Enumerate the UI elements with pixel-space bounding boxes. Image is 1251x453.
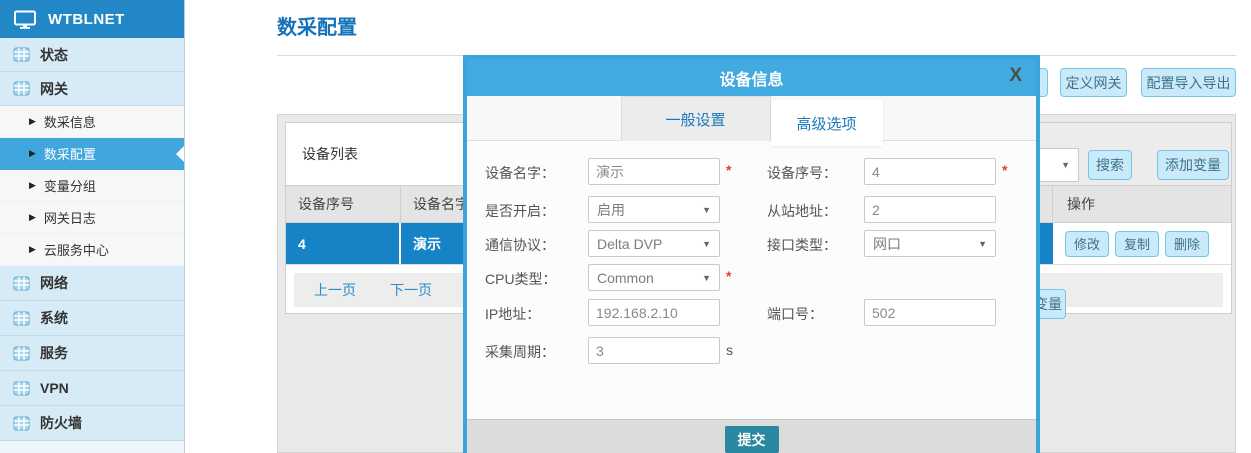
table-icon — [13, 346, 30, 361]
sidebar-item-gateway[interactable]: 网关 — [0, 72, 184, 106]
required-mark: * — [726, 268, 731, 284]
next-page-link[interactable]: 下一页 — [390, 280, 432, 300]
modal-body: 设备名字： * 设备序号： * 是否开启： 启用 ▼ 从站地址： 通信协议： D… — [467, 141, 1036, 419]
table-icon — [13, 47, 30, 62]
sidebar-item-data-info[interactable]: ▶ 数采信息 — [0, 106, 184, 138]
chevron-down-icon: ▼ — [978, 239, 987, 249]
sidebar-subitem-label: 网关日志 — [44, 208, 96, 227]
sidebar-item-network[interactable]: 网络 — [0, 266, 184, 301]
chevron-down-icon: ▼ — [702, 273, 711, 283]
sidebar-item-label: 网关 — [40, 79, 68, 99]
sidebar: WTBLNET 状态 网关 ▶ 数采信息 ▶ 数采配置 ▶ 变量分组 ▶ — [0, 0, 185, 453]
sidebar-item-system[interactable]: 系统 — [0, 301, 184, 336]
config-import-export-button[interactable]: 配置导入导出 — [1141, 68, 1236, 97]
chevron-down-icon: ▼ — [702, 239, 711, 249]
sidebar-item-firewall[interactable]: 防火墙 — [0, 406, 184, 441]
port-input[interactable] — [864, 299, 996, 326]
table-icon — [13, 276, 30, 291]
modal-footer: 提交 — [467, 419, 1036, 453]
table-icon — [13, 381, 30, 396]
sidebar-item-service[interactable]: 服务 — [0, 336, 184, 371]
modal-tab-bar: 一般设置 高级选项 — [467, 96, 1036, 141]
field-label-slave-address: 从站地址： — [767, 201, 837, 221]
sidebar-item-label: 网络 — [40, 273, 68, 293]
sidebar-item-variable-group[interactable]: ▶ 变量分组 — [0, 170, 184, 202]
device-info-modal: 设备信息 X 一般设置 高级选项 设备名字： * 设备序号： * 是否开启： 启… — [463, 55, 1040, 453]
sidebar-item-cloud-service[interactable]: ▶ 云服务中心 — [0, 234, 184, 266]
caret-right-icon: ▶ — [29, 149, 36, 158]
field-label-device-name: 设备名字： — [485, 163, 555, 183]
selected-value: 网口 — [873, 234, 901, 254]
slave-address-input[interactable] — [864, 196, 996, 223]
interface-type-select[interactable]: 网口 ▼ — [864, 230, 996, 257]
ip-address-input[interactable] — [588, 299, 720, 326]
sidebar-item-vpn[interactable]: VPN — [0, 371, 184, 406]
modal-title: 设备信息 — [719, 66, 783, 90]
collect-period-input[interactable] — [588, 337, 720, 364]
table-icon — [13, 311, 30, 326]
sidebar-item-status[interactable]: 状态 — [0, 38, 184, 72]
copy-button[interactable]: 复制 — [1115, 231, 1159, 257]
edit-button[interactable]: 修改 — [1065, 231, 1109, 257]
sidebar-item-label: 系统 — [40, 308, 68, 328]
cell-actions: 修改 复制 删除 — [1053, 223, 1231, 264]
protocol-select[interactable]: Delta DVP ▼ — [588, 230, 720, 257]
sidebar-item-data-config[interactable]: ▶ 数采配置 — [0, 138, 184, 170]
prev-page-link[interactable]: 上一页 — [314, 280, 356, 300]
sidebar-item-label: 服务 — [40, 343, 68, 363]
sidebar-item-gateway-log[interactable]: ▶ 网关日志 — [0, 202, 184, 234]
caret-right-icon: ▶ — [29, 181, 36, 190]
field-label-device-no: 设备序号： — [767, 163, 837, 183]
field-label-protocol: 通信协议： — [485, 235, 555, 255]
add-variable-button[interactable]: 添加变量 — [1157, 150, 1229, 180]
brand-title: WTBLNET — [48, 11, 125, 28]
required-mark: * — [1002, 162, 1007, 178]
sidebar-subitem-label: 数采信息 — [44, 112, 96, 131]
seconds-suffix: s — [726, 342, 733, 358]
field-label-enabled: 是否开启： — [485, 201, 555, 221]
app-root: WTBLNET 状态 网关 ▶ 数采信息 ▶ 数采配置 ▶ 变量分组 ▶ — [0, 0, 1251, 453]
caret-right-icon: ▶ — [29, 213, 36, 222]
enabled-select[interactable]: 启用 ▼ — [588, 196, 720, 223]
brand-header: WTBLNET — [0, 0, 184, 38]
caret-right-icon: ▶ — [29, 117, 36, 126]
define-gateway-button[interactable]: 定义网关 — [1060, 68, 1127, 97]
field-label-port: 端口号： — [767, 304, 823, 324]
sidebar-subitem-label: 数采配置 — [44, 144, 96, 163]
column-header-device-no: 设备序号 — [286, 186, 401, 222]
column-header-actions: 操作 — [1053, 194, 1231, 214]
cell-device-no: 4 — [286, 223, 401, 264]
field-label-cpu-type: CPU类型： — [485, 269, 557, 289]
field-label-interface-type: 接口类型： — [767, 235, 837, 255]
cpu-type-select[interactable]: Common ▼ — [588, 264, 720, 291]
submit-button[interactable]: 提交 — [725, 426, 779, 453]
caret-right-icon: ▶ — [29, 245, 36, 254]
device-name-input[interactable] — [588, 158, 720, 185]
delete-button[interactable]: 删除 — [1165, 231, 1209, 257]
field-label-collect-period: 采集周期： — [485, 342, 555, 362]
monitor-icon — [13, 10, 37, 29]
device-no-input[interactable] — [864, 158, 996, 185]
selected-value: 启用 — [597, 200, 625, 220]
selected-value: Common — [597, 270, 654, 286]
sidebar-subitem-label: 云服务中心 — [44, 240, 109, 259]
sidebar-item-label: 状态 — [40, 45, 68, 65]
page-title: 数采配置 — [277, 11, 357, 40]
chevron-down-icon: ▼ — [1061, 160, 1070, 170]
tab-general-settings[interactable]: 一般设置 — [621, 96, 771, 141]
required-mark: * — [726, 162, 731, 178]
table-icon — [13, 81, 30, 96]
modal-header: 设备信息 X — [467, 59, 1036, 96]
sidebar-item-label: VPN — [40, 380, 69, 396]
sidebar-subitem-label: 变量分组 — [44, 176, 96, 195]
selected-value: Delta DVP — [597, 236, 662, 252]
close-icon[interactable]: X — [1009, 65, 1022, 88]
sidebar-item-label: 防火墙 — [40, 413, 82, 433]
tab-advanced-options[interactable]: 高级选项 — [771, 100, 883, 146]
chevron-down-icon: ▼ — [702, 205, 711, 215]
table-icon — [13, 416, 30, 431]
search-button[interactable]: 搜索 — [1088, 150, 1132, 180]
device-list-title: 设备列表 — [302, 144, 358, 164]
field-label-ip-address: IP地址： — [485, 304, 540, 324]
